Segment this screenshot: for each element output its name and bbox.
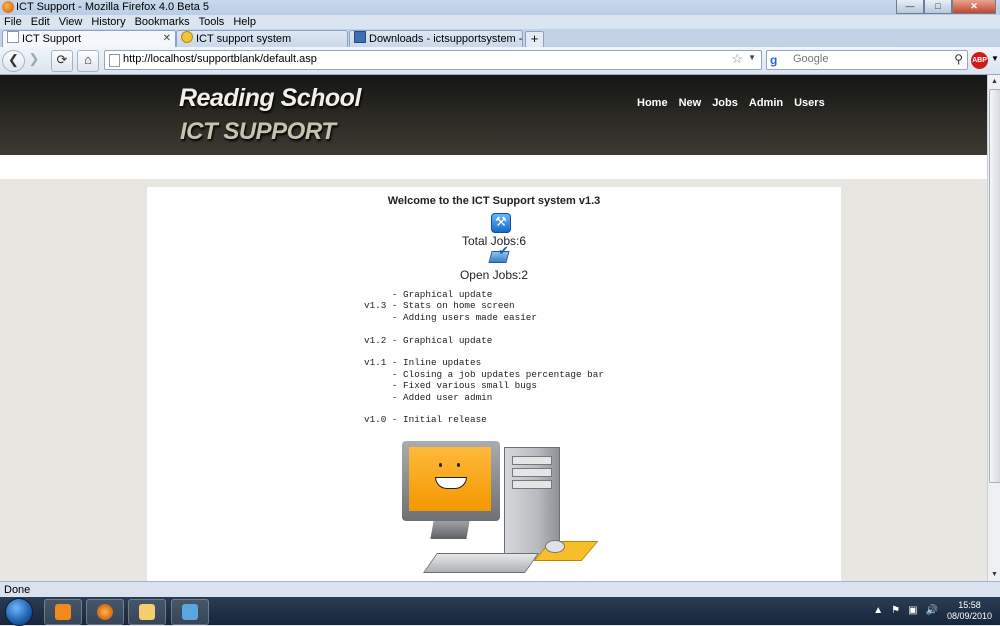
- window-titlebar: ICT Support - Mozilla Firefox 4.0 Beta 5…: [0, 0, 1000, 15]
- welcome-heading: Welcome to the ICT Support system v1.3: [387, 195, 601, 207]
- minimize-button[interactable]: —: [896, 0, 924, 14]
- firefox-icon[interactable]: [2, 1, 14, 13]
- status-text: Done: [4, 584, 31, 596]
- show-hidden-icons-icon[interactable]: ▲: [873, 605, 883, 616]
- outlook-icon: [55, 604, 71, 620]
- status-bar: Done: [0, 581, 1000, 598]
- close-window-button[interactable]: ✕: [952, 0, 996, 14]
- changelog: - Graphical update v1.3 - Stats on home …: [364, 289, 604, 426]
- scrollbar-thumb[interactable]: [989, 89, 1000, 483]
- scroll-down-icon[interactable]: ▼: [988, 568, 1000, 581]
- start-button[interactable]: [5, 598, 33, 626]
- volume-icon[interactable]: 🔊: [926, 605, 938, 616]
- drive-bay-graphic: [512, 480, 552, 489]
- back-button[interactable]: ❮: [2, 50, 25, 72]
- vertical-scrollbar[interactable]: ▲ ▼: [987, 75, 1000, 581]
- action-center-flag-icon[interactable]: ⚑: [891, 605, 900, 616]
- menu-history[interactable]: History: [87, 15, 130, 29]
- eye-graphic: [457, 463, 460, 467]
- grin-graphic: [435, 477, 467, 489]
- maximize-button[interactable]: □: [924, 0, 952, 14]
- keyboard-graphic: [422, 553, 540, 573]
- window-controls: — □ ✕: [896, 0, 996, 14]
- search-box[interactable]: g Google ⚲: [766, 50, 968, 70]
- menu-tools[interactable]: Tools: [195, 15, 230, 29]
- page-icon: [7, 31, 19, 43]
- site-navigation: Home New Jobs Admin Users: [637, 97, 836, 109]
- total-jobs-stat: Total Jobs:6: [461, 234, 527, 248]
- search-icon[interactable]: ⚲: [954, 52, 963, 66]
- close-tab-icon[interactable]: ✕: [163, 31, 171, 47]
- search-input[interactable]: Google: [793, 53, 828, 65]
- windows-taskbar: ▲ ⚑ ▣ 🔊 15:58 08/09/2010: [0, 597, 1000, 626]
- eye-graphic: [439, 463, 442, 467]
- menu-file[interactable]: File: [0, 15, 27, 29]
- checkmark-icon: [490, 243, 512, 263]
- url-text[interactable]: http://localhost/supportblank/default.as…: [123, 53, 317, 65]
- address-bar[interactable]: http://localhost/supportblank/default.as…: [104, 50, 762, 70]
- taskbar-firefox-button[interactable]: [86, 599, 124, 625]
- main-content: Welcome to the ICT Support system v1.3 T…: [147, 187, 841, 581]
- window-title: ICT Support - Mozilla Firefox 4.0 Beta 5: [16, 1, 209, 13]
- tab-label: ICT Support: [22, 33, 82, 45]
- nav-jobs-link[interactable]: Jobs: [712, 97, 738, 109]
- taskbar-explorer-button[interactable]: [128, 599, 166, 625]
- page-icon: [109, 54, 120, 67]
- system-clock[interactable]: 15:58 08/09/2010: [947, 600, 992, 622]
- tab-ict-support-system[interactable]: ICT support system: [176, 30, 348, 48]
- site-logo-title[interactable]: Reading School: [179, 84, 361, 113]
- mouse-graphic: [545, 540, 565, 553]
- scroll-up-icon[interactable]: ▲: [988, 75, 1000, 88]
- menu-edit[interactable]: Edit: [27, 15, 55, 29]
- tab-downloads[interactable]: Downloads - ictsupportsystem - Proj...: [349, 30, 523, 48]
- clock-time: 15:58: [958, 600, 981, 610]
- network-icon[interactable]: ▣: [908, 605, 917, 616]
- menu-view[interactable]: View: [55, 15, 88, 29]
- adblock-plus-icon[interactable]: ABP: [971, 52, 988, 69]
- nav-home-link[interactable]: Home: [637, 97, 668, 109]
- smiling-screen-graphic: [409, 447, 491, 511]
- google-icon[interactable]: g: [770, 53, 783, 67]
- tab-label: Downloads - ictsupportsystem - Proj...: [369, 33, 523, 45]
- site-logo-subtitle[interactable]: ICT SUPPORT: [180, 118, 336, 146]
- tab-ict-support[interactable]: ICT Support ✕: [2, 30, 176, 48]
- open-jobs-stat: Open Jobs:2: [459, 268, 529, 282]
- nav-admin-link[interactable]: Admin: [749, 97, 783, 109]
- nav-new-link[interactable]: New: [679, 97, 702, 109]
- forward-button[interactable]: ❯: [24, 50, 44, 70]
- tab-bar: ICT Support ✕ ICT support system Downloa…: [0, 29, 1000, 48]
- computer-illustration: [402, 441, 602, 581]
- bookmark-star-icon[interactable]: ☆: [731, 51, 743, 67]
- drive-bay-graphic: [512, 456, 552, 465]
- tab-label: ICT support system: [196, 33, 292, 45]
- menu-bookmarks[interactable]: Bookmarks: [131, 15, 195, 29]
- site-favicon-icon: [181, 31, 193, 43]
- users-icon: [182, 604, 198, 620]
- taskbar-outlook-button[interactable]: [44, 599, 82, 625]
- new-tab-button[interactable]: +: [525, 31, 544, 48]
- url-dropdown-icon[interactable]: ▼: [748, 53, 756, 62]
- page-viewport: Reading School ICT SUPPORT Home New Jobs…: [0, 75, 987, 581]
- clock-date: 08/09/2010: [946, 611, 992, 621]
- wrench-icon: [491, 213, 511, 233]
- header-band: [0, 155, 987, 179]
- site-header: Reading School ICT SUPPORT Home New Jobs…: [0, 75, 987, 155]
- adblock-dropdown-icon[interactable]: ▼: [991, 54, 999, 63]
- folder-icon: [139, 604, 155, 620]
- menubar: File Edit View History Bookmarks Tools H…: [0, 15, 1000, 29]
- home-button[interactable]: ⌂: [77, 50, 99, 72]
- navigation-toolbar: ❮ ❯ ⟳ ⌂ http://localhost/supportblank/de…: [0, 47, 1000, 75]
- monitor-graphic: [402, 441, 500, 521]
- monitor-stand-graphic: [430, 521, 470, 539]
- drive-bay-graphic: [512, 468, 552, 477]
- reload-button[interactable]: ⟳: [51, 50, 73, 72]
- menu-help[interactable]: Help: [229, 15, 261, 29]
- system-tray: ▲ ⚑ ▣ 🔊: [873, 605, 938, 616]
- firefox-icon: [97, 604, 113, 620]
- project-favicon-icon: [354, 31, 366, 43]
- nav-users-link[interactable]: Users: [794, 97, 825, 109]
- taskbar-messenger-button[interactable]: [171, 599, 209, 625]
